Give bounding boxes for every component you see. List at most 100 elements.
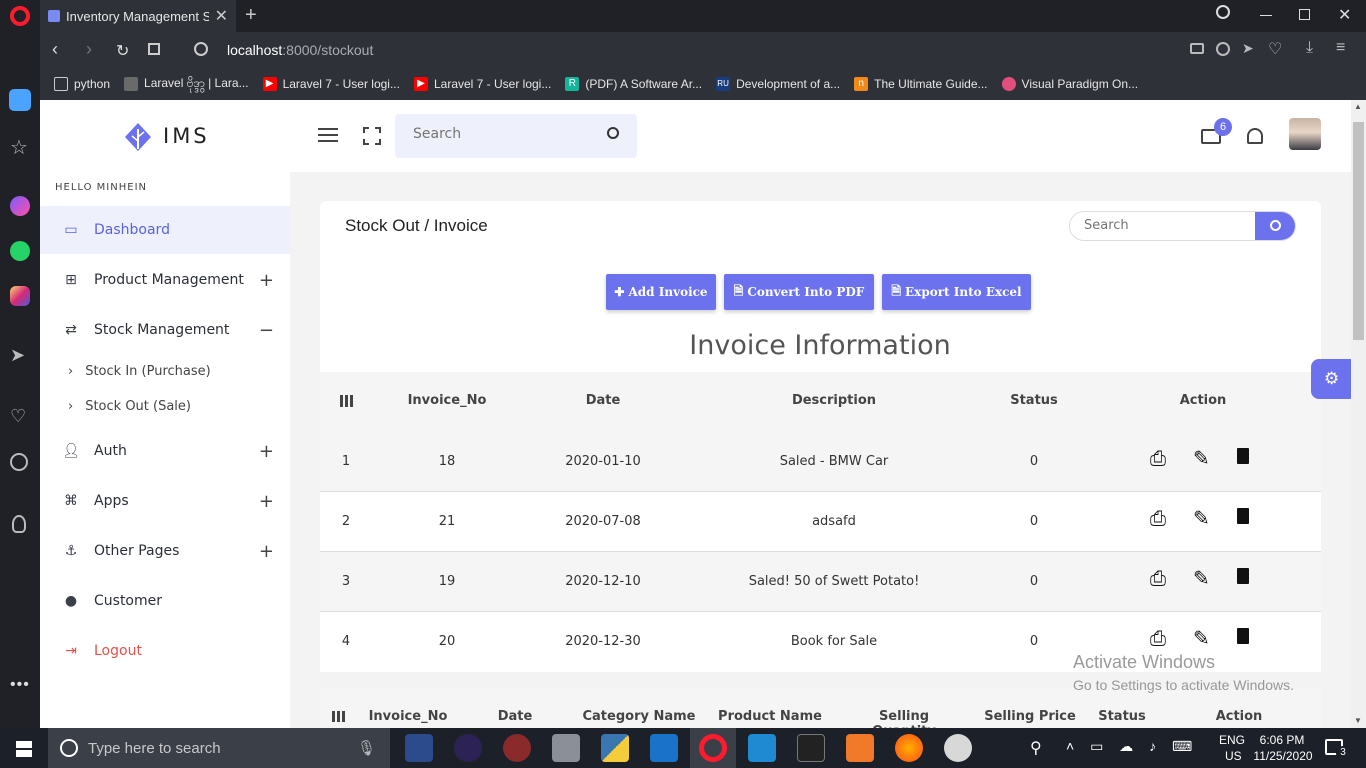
print-icon[interactable]: ⎙ [1150, 446, 1166, 470]
firefox-icon[interactable] [895, 734, 923, 762]
bookmark-star-icon[interactable]: ☆ [10, 135, 28, 160]
sidebar-item-stock-management[interactable]: ⇄ Stock Management − [40, 306, 290, 354]
bookmark-visual-paradigm[interactable]: Visual Paradigm On... [1001, 77, 1138, 91]
sidebar-item-product-management[interactable]: ⊞ Product Management + [40, 256, 290, 304]
export-excel-button[interactable]: 🗎︎ Export Into Excel [882, 274, 1031, 310]
sidebar-item-auth[interactable]: 👤︎ Auth + [40, 427, 290, 475]
bookmark-guide[interactable]: n The Ultimate Guide... [854, 77, 988, 91]
fullscreen-icon[interactable] [363, 127, 381, 145]
bookmark-python[interactable]: python [54, 77, 110, 91]
clock-time[interactable]: 6:06 PM [1252, 733, 1312, 747]
edit-icon[interactable]: ✎ [1193, 566, 1210, 590]
python-icon[interactable] [601, 734, 629, 762]
more-icon[interactable]: ••• [10, 676, 30, 694]
messenger-icon[interactable] [10, 196, 30, 216]
menu-icon[interactable]: ≡ [1336, 39, 1345, 57]
camera-icon[interactable] [1190, 43, 1204, 54]
delete-icon[interactable] [1237, 568, 1249, 584]
edit-icon[interactable]: ✎ [1193, 446, 1210, 470]
history-icon[interactable] [10, 453, 28, 471]
tab-close-icon[interactable]: ✕ [215, 6, 228, 26]
taskbar-search[interactable]: Type here to search 🎙︎ [48, 728, 390, 768]
opera-logo-icon[interactable] [10, 6, 30, 26]
expand-icon[interactable]: + [259, 270, 274, 291]
sidebar-item-other-pages[interactable]: ⚓︎ Other Pages + [40, 527, 290, 575]
download-icon[interactable]: ⤓ [1306, 39, 1313, 57]
speed-dial-icon[interactable] [148, 43, 160, 55]
maximize-button[interactable] [1299, 9, 1310, 20]
sidebar-subitem-stock-in[interactable]: › Stock In (Purchase) [68, 364, 211, 379]
logo-text[interactable]: IMS [163, 124, 210, 148]
add-invoice-button[interactable]: ✚ Add Invoice [606, 274, 716, 310]
browser-search-icon[interactable] [1216, 5, 1230, 19]
sidebar-item-logout[interactable]: ⇥ Logout [40, 627, 290, 675]
spider-icon[interactable] [503, 734, 531, 762]
scroll-down-arrow[interactable]: ▼ [1354, 716, 1362, 725]
bookmark-ru[interactable]: RU Development of a... [716, 77, 840, 91]
scrollbar-thumb[interactable] [1353, 122, 1364, 340]
terminal-icon[interactable] [797, 734, 825, 762]
new-tab-button[interactable]: + [245, 4, 257, 27]
taskbar-app-1-icon[interactable] [405, 734, 433, 762]
scroll-up-arrow[interactable]: ▲ [1354, 102, 1362, 111]
opera-taskbar-icon[interactable] [699, 734, 727, 762]
home-icon[interactable] [9, 89, 31, 111]
settings-floating-button[interactable]: ⚙ [1311, 359, 1351, 399]
eclipse-icon[interactable] [454, 734, 482, 762]
print-icon[interactable]: ⎙ [1150, 566, 1166, 590]
database-icon[interactable] [552, 734, 580, 762]
windows-start-icon[interactable] [16, 741, 32, 757]
people-icon[interactable]: ⚲ [1030, 738, 1042, 758]
sidebar-item-apps[interactable]: ⌘ Apps + [40, 477, 290, 525]
clock-date[interactable]: 11/25/2020 [1250, 749, 1316, 763]
reload-icon[interactable]: ↻ [116, 41, 129, 61]
instagram-icon[interactable] [10, 286, 30, 306]
language-us[interactable]: US [1225, 749, 1242, 763]
top-search-input[interactable] [413, 126, 593, 142]
adblock-icon[interactable] [1216, 42, 1230, 56]
lightbulb-icon[interactable] [12, 515, 26, 533]
bookmark-youtube-2[interactable]: ▶ Laravel 7 - User logi... [413, 77, 551, 91]
browser-tab[interactable]: Inventory Management Sys ✕ [40, 0, 236, 32]
sidebar-subitem-stock-out[interactable]: › Stock Out (Sale) [68, 399, 191, 414]
file-explorer-icon[interactable] [650, 734, 678, 762]
expand-icon[interactable]: + [259, 491, 274, 512]
favorite-heart-icon[interactable]: ♡ [1268, 39, 1282, 59]
bookmark-youtube-1[interactable]: ▶ Laravel 7 - User logi... [262, 77, 400, 91]
minimize-button[interactable] [1260, 15, 1272, 16]
flow-send-icon[interactable]: ➤ [1242, 40, 1254, 57]
expand-icon[interactable]: + [259, 541, 274, 562]
sidebar-item-customer[interactable]: ● Customer [40, 577, 290, 625]
vscode-icon[interactable] [748, 734, 776, 762]
tray-icons[interactable]: ˄ ▭ ☁ ♪ ⌨ [1066, 738, 1198, 755]
bookmark-laravel[interactable]: Laravel ဗိုဒ္ဒွာ | Lara... [124, 75, 249, 93]
print-icon[interactable]: ⎙ [1150, 626, 1166, 650]
forward-icon[interactable]: › [86, 39, 92, 60]
bookmark-researchgate[interactable]: R (PDF) A Software Ar... [565, 77, 702, 91]
expand-icon[interactable]: + [259, 441, 274, 462]
convert-pdf-button[interactable]: 🗎︎ Convert Into PDF [724, 274, 874, 310]
delete-icon[interactable] [1237, 508, 1249, 524]
whatsapp-icon[interactable] [10, 241, 30, 261]
send-icon[interactable]: ➤ [10, 345, 25, 366]
heart-icon[interactable]: ♡ [10, 406, 26, 427]
url-field[interactable]: localhost:8000/stockout [227, 42, 373, 58]
collapse-icon[interactable]: − [259, 320, 274, 341]
edit-icon[interactable]: ✎ [1193, 626, 1210, 650]
card-search-input[interactable] [1084, 218, 1244, 233]
microphone-icon[interactable]: 🎙︎ [357, 739, 376, 757]
delete-icon[interactable] [1237, 448, 1249, 464]
delete-icon[interactable] [1237, 628, 1249, 644]
card-search-button[interactable] [1255, 212, 1295, 240]
paint-icon[interactable] [944, 734, 972, 762]
sidebar-item-dashboard[interactable]: ▭ Dashboard [40, 206, 290, 254]
xampp-icon[interactable] [846, 734, 874, 762]
language-eng[interactable]: ENG [1219, 733, 1245, 747]
hamburger-menu-icon[interactable] [318, 128, 338, 142]
edit-icon[interactable]: ✎ [1193, 506, 1210, 530]
print-icon[interactable]: ⎙ [1150, 506, 1166, 530]
window-close-button[interactable]: ✕ [1338, 5, 1351, 25]
back-icon[interactable]: ‹ [52, 39, 58, 60]
card-search-box[interactable] [1069, 211, 1296, 241]
search-icon[interactable] [607, 127, 619, 139]
